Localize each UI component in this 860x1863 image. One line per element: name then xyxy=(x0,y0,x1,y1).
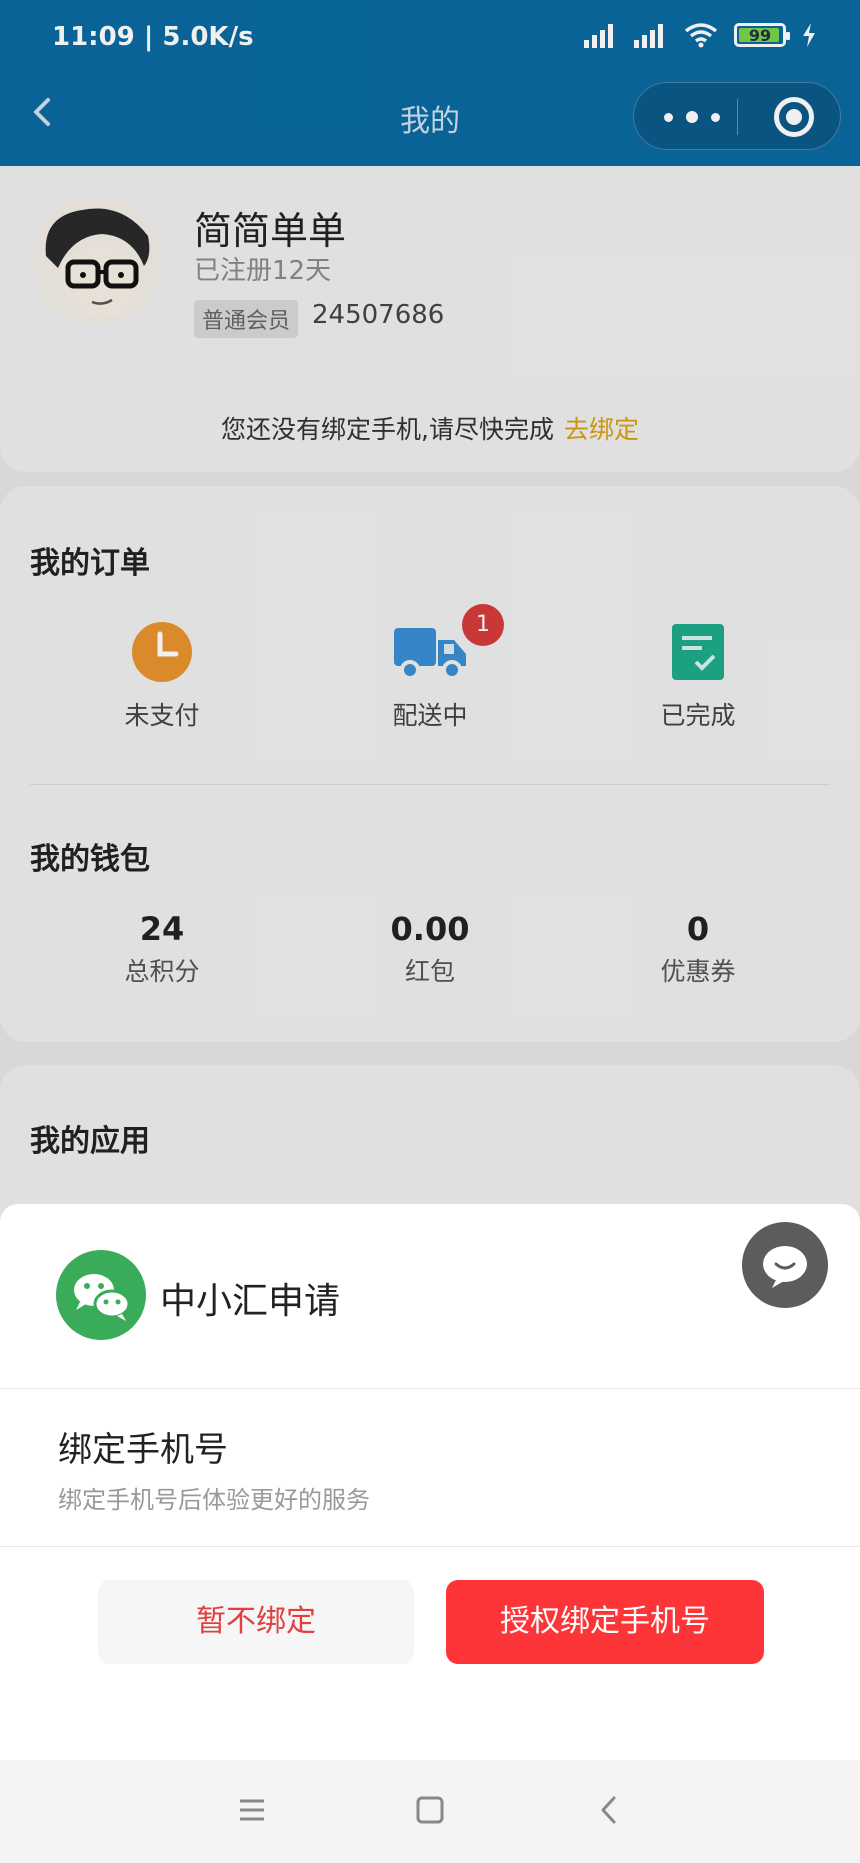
back-triangle-icon[interactable] xyxy=(590,1790,630,1830)
sheet-app-name: 中小汇申请 xyxy=(160,1281,341,1322)
wechat-icon xyxy=(56,1250,146,1340)
skip-bind-button[interactable]: 暂不绑定 xyxy=(98,1580,414,1664)
sheet-divider-top xyxy=(0,1388,860,1389)
bind-phone-sheet: 中小汇申请 绑定手机号 绑定手机号后体验更好的服务 暂不绑定 授权绑定手机号 xyxy=(0,1204,860,1760)
sheet-description: 绑定手机号后体验更好的服务 xyxy=(58,1486,370,1514)
authorize-bind-phone-button[interactable]: 授权绑定手机号 xyxy=(446,1580,764,1664)
customer-service-icon[interactable] xyxy=(742,1222,828,1308)
system-nav-bar xyxy=(0,1760,860,1863)
home-square-icon[interactable] xyxy=(410,1790,450,1830)
sheet-title: 绑定手机号 xyxy=(58,1430,228,1470)
menu-icon[interactable] xyxy=(232,1790,272,1830)
sheet-divider-bottom xyxy=(0,1546,860,1547)
